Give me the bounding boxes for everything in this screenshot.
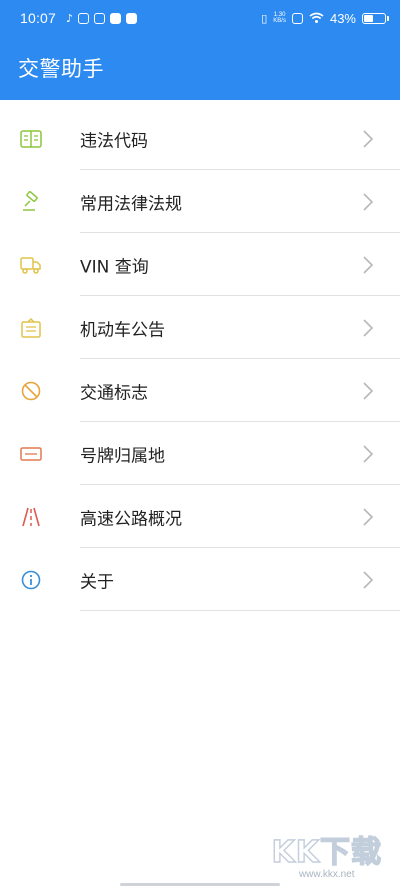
net-speed: 1.30 KB/s — [273, 12, 286, 24]
chevron-right-icon — [363, 444, 374, 463]
page-title: 交警助手 — [18, 57, 104, 81]
status-time: 10:07 — [20, 10, 57, 26]
tiktok-icon: ♪ — [66, 11, 74, 25]
chevron-right-icon — [363, 381, 374, 400]
menu-item-label: 常用法律法规 — [80, 194, 182, 214]
divider — [80, 610, 400, 611]
truck-icon — [20, 254, 42, 276]
chevron-right-icon — [363, 318, 374, 337]
chevron-right-icon — [363, 507, 374, 526]
menu-item-highway-overview[interactable]: 高速公路概况 — [0, 485, 400, 548]
status-bar: 10:07 ♪ ▯ 1.30 KB/s 43% — [0, 0, 400, 36]
app-notification-icon — [78, 12, 90, 24]
road-icon — [20, 506, 42, 528]
menu-item-about[interactable]: 关于 — [0, 548, 400, 611]
chevron-right-icon — [363, 570, 374, 589]
chevron-right-icon — [363, 129, 374, 148]
notice-icon — [20, 317, 42, 339]
menu-item-label: 机动车公告 — [80, 320, 165, 340]
chevron-right-icon — [363, 192, 374, 211]
menu-item-label: 违法代码 — [80, 131, 148, 151]
home-indicator[interactable] — [120, 883, 280, 886]
battery-icon — [362, 12, 389, 24]
app-notification-icon — [94, 12, 106, 24]
menu-item-vehicle-notice[interactable]: 机动车公告 — [0, 296, 400, 359]
watermark: KK下载 www.kkx.net — [271, 827, 383, 880]
wifi-icon — [309, 12, 324, 23]
menu-item-label: 关于 — [80, 572, 114, 592]
menu-item-vin-query[interactable]: VIN 查询 — [0, 233, 400, 296]
gavel-icon — [20, 190, 42, 213]
plate-icon — [20, 443, 42, 465]
menu-list: 违法代码 常用法律法规 VIN 查询 机动车公告 交通标志 号牌归属地 高速公路… — [0, 107, 400, 611]
menu-item-label: 交通标志 — [80, 383, 148, 403]
menu-item-plate-location[interactable]: 号牌归属地 — [0, 422, 400, 485]
menu-item-violation-codes[interactable]: 违法代码 — [0, 107, 400, 170]
menu-item-laws-regulations[interactable]: 常用法律法规 — [0, 170, 400, 233]
book-icon — [20, 128, 42, 150]
menu-item-label: VIN 查询 — [80, 257, 149, 277]
info-icon — [20, 569, 42, 591]
message-app-icon — [126, 12, 138, 24]
menu-item-label: 高速公路概况 — [80, 509, 182, 529]
video-app-icon — [110, 12, 122, 24]
menu-item-label: 号牌归属地 — [80, 446, 165, 466]
vibrate-icon: ▯ — [261, 11, 268, 25]
watermark-logo: KK下载 — [271, 834, 382, 870]
status-right: ▯ 1.30 KB/s 43% — [261, 10, 389, 26]
no-sim-icon — [291, 12, 303, 24]
notification-icons: ♪ — [66, 11, 138, 25]
app-bar: 交警助手 — [0, 36, 400, 100]
menu-item-traffic-signs[interactable]: 交通标志 — [0, 359, 400, 422]
no-entry-icon — [20, 380, 42, 402]
chevron-right-icon — [363, 255, 374, 274]
battery-percent: 43% — [329, 10, 356, 26]
